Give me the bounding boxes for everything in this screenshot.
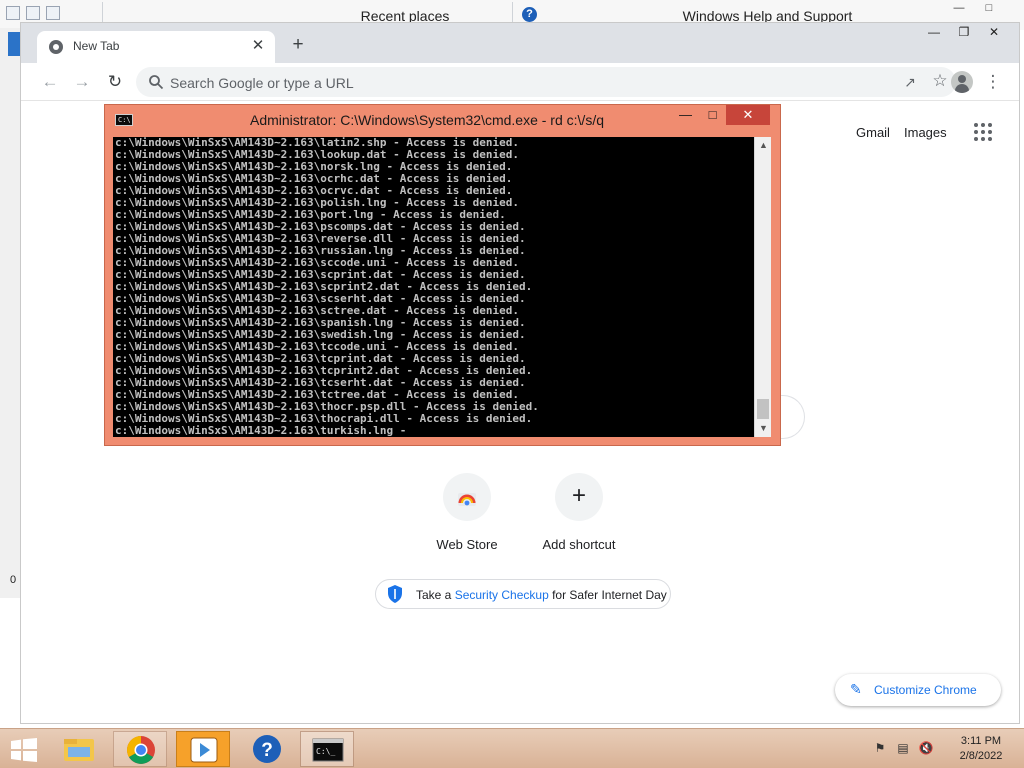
background-side-value: 0 xyxy=(10,574,17,586)
windows-start-icon[interactable] xyxy=(10,738,38,762)
kebab-menu-icon[interactable]: ⋮ xyxy=(983,71,1003,93)
images-link[interactable]: Images xyxy=(904,125,947,140)
system-tray: ⚑ ▤ 🔇 xyxy=(872,740,934,756)
taskbar-chrome[interactable] xyxy=(113,731,167,767)
divider xyxy=(102,2,103,24)
console-line: c:\Windows\WinSxS\AM143D~2.163\turkish.l… xyxy=(115,424,407,437)
close-window-icon[interactable]: ✕ xyxy=(979,25,1009,39)
taskbar-media-player[interactable] xyxy=(176,731,230,767)
toolbar-page-icon[interactable] xyxy=(6,6,20,20)
toolbar-doc-icon[interactable] xyxy=(46,6,60,20)
help-icon[interactable]: ? xyxy=(522,7,537,22)
file-explorer-icon xyxy=(64,739,94,761)
chrome-icon xyxy=(127,736,155,764)
security-checkup-promo[interactable]: Take a Security Checkup for Safer Intern… xyxy=(375,579,671,609)
help-icon: ? xyxy=(253,735,281,763)
divider xyxy=(512,2,513,24)
minimize-icon[interactable]: — xyxy=(672,105,699,125)
minimize-icon[interactable]: — xyxy=(919,25,949,39)
shortcut-tile[interactable]: + xyxy=(555,473,603,521)
shortcut-web-store[interactable]: Web Store xyxy=(411,473,523,552)
security-checkup-link[interactable]: Security Checkup xyxy=(455,588,549,602)
minimize-icon[interactable]: — xyxy=(944,2,974,14)
scrollbar-thumb[interactable] xyxy=(757,399,769,419)
customize-chrome-label: Customize Chrome xyxy=(874,683,977,697)
console-scrollbar[interactable]: ▲ ▼ xyxy=(754,137,771,437)
taskbar-file-explorer[interactable] xyxy=(52,731,106,767)
taskbar-command-prompt[interactable]: C:\_ xyxy=(300,731,354,767)
forward-arrow-icon[interactable]: → xyxy=(71,71,93,93)
web-store-icon xyxy=(458,493,476,506)
scroll-down-icon[interactable]: ▼ xyxy=(755,420,772,437)
plus-icon: + xyxy=(571,482,586,509)
reload-icon[interactable]: ↻ xyxy=(104,71,126,93)
command-prompt-icon: C:\ xyxy=(115,114,133,126)
cmd-window-title: Administrator: C:\Windows\System32\cmd.e… xyxy=(250,112,604,128)
cmd-window-controls: — □ ✕ xyxy=(672,105,770,125)
background-toolbar xyxy=(6,6,60,20)
background-blue-accent xyxy=(8,32,20,56)
shield-icon xyxy=(388,585,402,603)
close-icon[interactable]: ✕ xyxy=(249,37,267,55)
share-icon[interactable]: ↗ xyxy=(900,72,920,92)
scroll-up-icon[interactable]: ▲ xyxy=(755,137,772,154)
omnibox-placeholder: Search Google or type a URL xyxy=(170,75,354,91)
command-prompt-window: C:\ Administrator: C:\Windows\System32\c… xyxy=(104,104,781,446)
background-left-window: 0 xyxy=(0,28,22,598)
pencil-icon: ✎ xyxy=(850,681,862,697)
volume-muted-icon[interactable]: 🔇 xyxy=(918,740,934,756)
toolbar-copy-icon[interactable] xyxy=(26,6,40,20)
help-window-controls: — □ xyxy=(944,2,1004,14)
new-tab-plus-icon[interactable]: + xyxy=(287,35,309,57)
shortcut-label: Add shortcut xyxy=(542,537,616,552)
google-apps-icon[interactable] xyxy=(974,123,992,141)
tab-title: New Tab xyxy=(73,39,120,53)
action-center-flag-icon[interactable]: ⚑ xyxy=(872,740,888,756)
shortcut-add[interactable]: + Add shortcut xyxy=(523,473,635,552)
taskbar-help[interactable]: ? xyxy=(240,731,294,767)
gmail-link[interactable]: Gmail xyxy=(856,125,890,140)
browser-toolbar: ← → ↻ Search Google or type a URL ↗ ☆ ⋮ xyxy=(21,63,1019,101)
clock-time: 3:11 PM xyxy=(960,735,1002,747)
taskbar: ? C:\_ ⚑ ▤ 🔇 3:11 PM 2/8/2022 xyxy=(0,728,1024,768)
omnibox[interactable]: Search Google or type a URL ↗ ☆ xyxy=(136,67,956,97)
shortcut-tile[interactable] xyxy=(443,473,491,521)
media-player-icon xyxy=(190,737,218,763)
clock[interactable]: 3:11 PM 2/8/2022 xyxy=(950,734,1012,764)
search-icon xyxy=(149,75,164,90)
chrome-window-controls: — ❐ ✕ xyxy=(919,25,1009,39)
clock-date: 2/8/2022 xyxy=(959,750,1003,762)
svg-text:?: ? xyxy=(261,740,273,761)
profile-avatar-icon[interactable] xyxy=(951,71,973,93)
bookmark-star-icon[interactable]: ☆ xyxy=(930,71,950,91)
command-prompt-icon: C:\_ xyxy=(312,738,344,762)
back-arrow-icon[interactable]: ← xyxy=(39,71,61,93)
maximize-icon[interactable]: □ xyxy=(699,105,726,125)
promo-text: Take a Security Checkup for Safer Intern… xyxy=(416,588,667,602)
console-output[interactable]: c:\Windows\WinSxS\AM143D~2.163\latin2.sh… xyxy=(113,137,754,437)
maximize-icon[interactable]: □ xyxy=(974,2,1004,14)
tab-strip: New Tab ✕ + — ❐ ✕ xyxy=(21,23,1019,63)
close-icon[interactable]: ✕ xyxy=(726,105,770,125)
tab-new-tab[interactable]: New Tab ✕ xyxy=(37,31,275,63)
restore-icon[interactable]: ❐ xyxy=(949,25,979,39)
chrome-favicon-icon xyxy=(49,40,63,54)
shortcut-label: Web Store xyxy=(436,537,498,552)
svg-text:C:\_: C:\_ xyxy=(316,747,335,756)
network-icon[interactable]: ▤ xyxy=(895,740,911,756)
customize-chrome-button[interactable]: ✎ Customize Chrome xyxy=(835,674,1001,706)
